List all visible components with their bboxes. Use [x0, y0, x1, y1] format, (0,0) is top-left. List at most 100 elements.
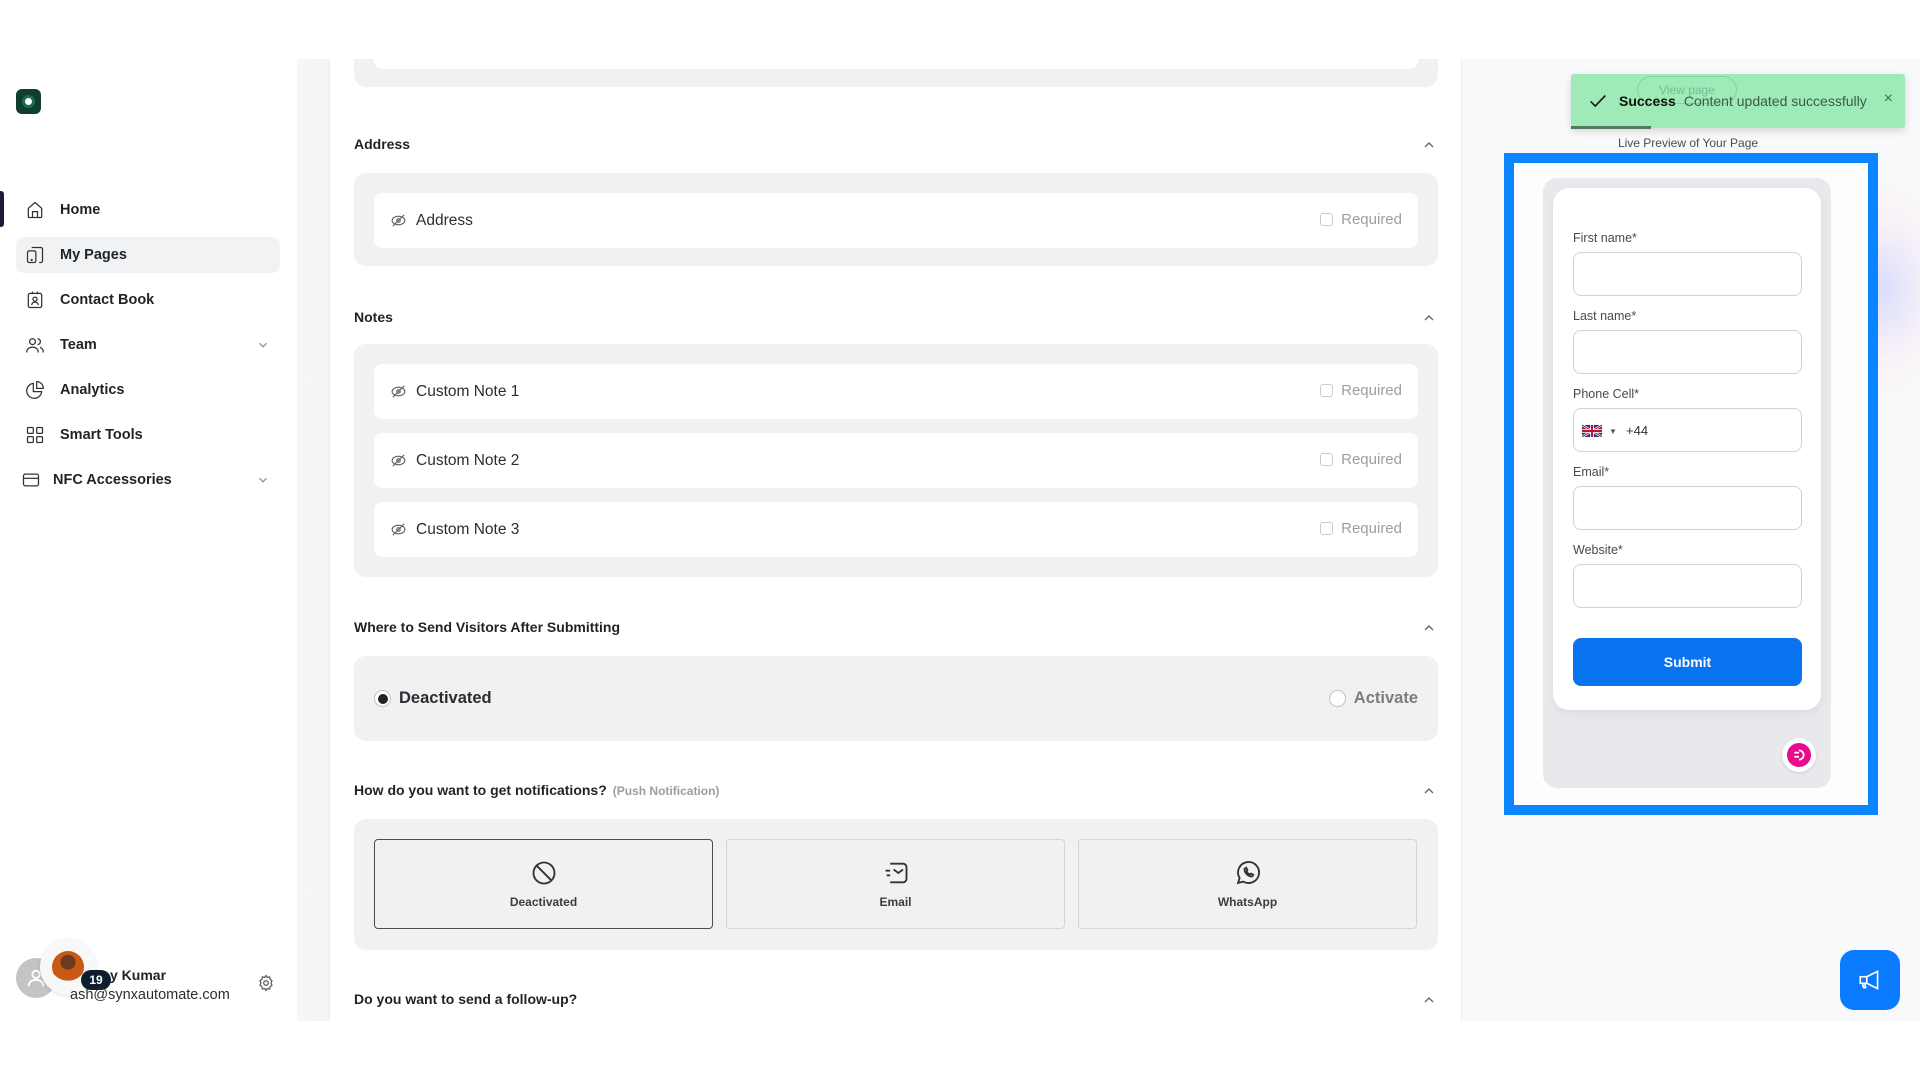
previous-field-row — [374, 59, 1418, 69]
gear-icon[interactable] — [257, 974, 275, 992]
notes-card: Custom Note 1 Required Custom Note 2 Req… — [354, 344, 1438, 577]
sidebar-item-label: Home — [60, 202, 101, 218]
checkbox-box[interactable] — [1320, 213, 1334, 226]
radio-label: Activate — [1353, 689, 1418, 707]
uk-flag-icon[interactable] — [1582, 425, 1602, 437]
section-title-redirect: Where to Send Visitors After Submitting — [354, 619, 621, 635]
phone-label: Phone Cell* — [1573, 387, 1640, 401]
required-label: Required — [1341, 520, 1402, 537]
coffee-brand-logo-icon — [22, 95, 35, 108]
radio-dot[interactable] — [1328, 690, 1346, 707]
checkbox-box[interactable] — [1320, 522, 1334, 535]
last-name-label: Last name* — [1573, 309, 1637, 323]
sidebar-item-analytics[interactable]: Analytics — [16, 372, 280, 408]
home-icon — [24, 199, 46, 221]
checkbox-box[interactable] — [1320, 384, 1334, 397]
email-icon — [885, 862, 907, 884]
phone-input[interactable]: ▼ +44 — [1573, 408, 1802, 452]
required-label: Required — [1341, 211, 1402, 228]
user-email: ash@synxautomate.com — [70, 987, 230, 1003]
section-title-notifications: How do you want to get notifications? (Pu… — [354, 782, 719, 798]
chevron-up-icon[interactable] — [1421, 137, 1437, 153]
submit-button[interactable]: Submit — [1573, 638, 1802, 686]
avatar-photo — [52, 951, 84, 983]
notification-option-email[interactable]: Email — [726, 839, 1065, 929]
whatsapp-icon — [1236, 861, 1260, 885]
field-row-address: Address Required — [374, 193, 1418, 248]
sidebar-item-label: Smart Tools — [60, 427, 143, 443]
first-name-label: First name* — [1573, 231, 1637, 245]
view-page-button-behind: View page — [1637, 76, 1737, 104]
sidebar-item-smart-tools[interactable]: Smart Tools — [16, 417, 280, 453]
preview-label: Live Preview of Your Page — [1462, 136, 1920, 150]
sidebar-item-label: NFC Accessories — [53, 472, 172, 488]
sidebar-item-label: My Pages — [60, 247, 127, 263]
close-icon[interactable]: × — [1884, 90, 1893, 108]
field-label: Custom Note 1 — [416, 382, 520, 400]
required-label: Required — [1341, 451, 1402, 468]
email-label: Email* — [1573, 465, 1610, 479]
first-name-input[interactable] — [1573, 252, 1802, 296]
sidebar-item-nfc-accessories[interactable]: NFC Accessories — [16, 462, 280, 498]
form-editor: Address Address Required Notes Custom No… — [330, 59, 1462, 1021]
chevron-down-icon[interactable] — [256, 338, 270, 352]
sidebar-item-my-pages[interactable]: My Pages — [16, 237, 280, 273]
website-input[interactable] — [1573, 564, 1802, 608]
sidebar: Home My Pages Contact Book Team Analytic… — [0, 59, 297, 1021]
chevron-up-icon[interactable] — [1421, 310, 1437, 326]
option-label: WhatsApp — [1217, 895, 1278, 909]
notifications-card: Deactivated Email WhatsApp — [354, 819, 1438, 950]
field-row-custom-note-1: Custom Note 1 Required — [374, 364, 1418, 419]
sidebar-item-label: Analytics — [60, 382, 125, 398]
preview-label-text: Live Preview of Your Page — [1617, 136, 1759, 150]
country-dropdown-caret-icon[interactable]: ▼ — [1609, 427, 1617, 436]
brand-logo[interactable] — [16, 89, 41, 114]
section-title-followup: Do you want to send a follow-up? — [354, 991, 578, 1007]
radio-deactivated[interactable]: Deactivated — [374, 689, 492, 708]
brand-badge-icon — [1787, 743, 1811, 767]
email-input[interactable] — [1573, 486, 1802, 530]
chevron-up-icon[interactable] — [1421, 783, 1437, 799]
field-label: Address — [416, 211, 473, 229]
field-row-custom-note-3: Custom Note 3 Required — [374, 502, 1418, 557]
chevron-up-icon[interactable] — [1421, 992, 1437, 1008]
eye-off-icon[interactable] — [390, 383, 407, 400]
section-title-notes: Notes — [354, 309, 393, 325]
brand-badge-button[interactable] — [1782, 738, 1816, 772]
eye-off-icon[interactable] — [390, 212, 407, 229]
dial-code: +44 — [1626, 423, 1649, 438]
section-title-address: Address — [354, 136, 411, 152]
option-label: Email — [879, 895, 912, 909]
required-checkbox[interactable]: Required — [1320, 451, 1402, 468]
website-label: Website* — [1573, 543, 1623, 557]
required-checkbox[interactable]: Required — [1320, 382, 1402, 399]
radio-label: Deactivated — [399, 689, 492, 707]
notification-option-whatsapp[interactable]: WhatsApp — [1078, 839, 1417, 929]
preview-highlight-frame: First name* Last name* Phone Cell* ▼ +44… — [1504, 153, 1878, 815]
field-label: Custom Note 3 — [416, 520, 520, 538]
user-name: y Kumar — [110, 967, 167, 983]
grid-icon — [24, 424, 46, 446]
chevron-down-icon[interactable] — [256, 473, 270, 487]
sidebar-item-home[interactable]: Home — [16, 192, 280, 228]
pie-chart-icon — [24, 379, 46, 401]
required-checkbox[interactable]: Required — [1320, 211, 1402, 228]
chevron-up-icon[interactable] — [1421, 620, 1437, 636]
radio-dot[interactable] — [374, 690, 391, 707]
success-toast: View page Success Content updated succes… — [1571, 74, 1905, 129]
required-checkbox[interactable]: Required — [1320, 520, 1402, 537]
live-preview-panel: Live Preview of Your Page First name* La… — [1462, 59, 1920, 1021]
last-name-input[interactable] — [1573, 330, 1802, 374]
eye-off-icon[interactable] — [390, 452, 407, 469]
radio-activate[interactable]: Activate — [1328, 689, 1418, 708]
sidebar-item-label: Contact Book — [60, 292, 155, 308]
user-profile[interactable]: y Kumar 19 ash@synxautomate.com — [14, 939, 284, 1003]
notification-option-deactivated[interactable]: Deactivated — [374, 839, 713, 929]
address-card: Address Required — [354, 173, 1438, 266]
eye-off-icon[interactable] — [390, 521, 407, 538]
checkbox-box[interactable] — [1320, 453, 1334, 466]
sidebar-item-team[interactable]: Team — [16, 327, 280, 363]
feedback-button[interactable] — [1840, 950, 1900, 1010]
sidebar-item-contact-book[interactable]: Contact Book — [16, 282, 280, 318]
notifications-hint: (Push Notification) — [612, 784, 720, 798]
